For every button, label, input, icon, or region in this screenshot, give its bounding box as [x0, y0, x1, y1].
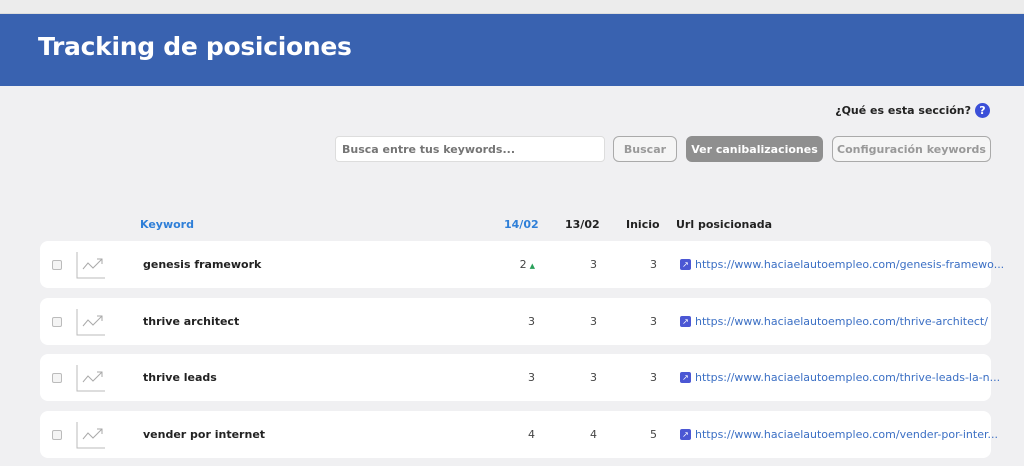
- page-title: Tracking de posiciones: [38, 32, 352, 61]
- external-link-icon: ↗: [680, 372, 691, 383]
- position-inicio: 3: [650, 258, 657, 271]
- page-header: Tracking de posiciones: [0, 14, 1024, 86]
- position-14-02: 3: [528, 371, 535, 384]
- search-button[interactable]: Buscar: [613, 136, 677, 162]
- keyword-text: genesis framework: [143, 258, 262, 271]
- row-checkbox[interactable]: [52, 260, 62, 270]
- keyword-config-button[interactable]: Configuración keywords: [832, 136, 991, 162]
- col-url: Url posicionada: [676, 218, 773, 231]
- position-14-02: 2 ▲: [519, 258, 535, 271]
- row-checkbox[interactable]: [52, 317, 62, 327]
- question-icon: ?: [975, 103, 990, 118]
- keyword-text: thrive architect: [143, 315, 240, 328]
- col-keyword[interactable]: Keyword: [140, 218, 194, 231]
- keyword-text: thrive leads: [143, 371, 217, 384]
- help-link[interactable]: ¿Qué es esta sección??: [835, 103, 990, 118]
- position-14-02: 3: [528, 315, 535, 328]
- chart-icon[interactable]: [76, 421, 106, 449]
- table-row: genesis framework 2 ▲ 3 3 ↗ https://www.ha…: [40, 241, 1004, 288]
- keyword-text: vender por internet: [143, 428, 266, 441]
- ranked-url-link[interactable]: ↗ https://www.haciaelautoempleo.com/thriv…: [680, 371, 1000, 384]
- position-13-02: 3: [590, 315, 597, 328]
- row-checkbox[interactable]: [52, 373, 62, 383]
- col-inicio[interactable]: Inicio: [626, 218, 660, 231]
- external-link-icon: ↗: [680, 259, 691, 270]
- chart-icon[interactable]: [76, 364, 106, 392]
- external-link-icon: ↗: [680, 316, 691, 327]
- position-14-02: 4: [528, 428, 535, 441]
- external-link-icon: ↗: [680, 429, 691, 440]
- position-13-02: 3: [590, 258, 597, 271]
- search-input[interactable]: [335, 136, 605, 162]
- ranked-url-link[interactable]: ↗ https://www.haciaelautoempleo.com/vende…: [680, 428, 998, 441]
- position-inicio: 3: [650, 371, 657, 384]
- view-cannibalizations-button[interactable]: Ver canibalizaciones: [686, 136, 823, 162]
- position-13-02: 4: [590, 428, 597, 441]
- col-date-2[interactable]: 13/02: [565, 218, 600, 231]
- ranked-url-link[interactable]: ↗ https://www.haciaelautoempleo.com/genes…: [680, 258, 1004, 271]
- col-date-1[interactable]: 14/02: [504, 218, 539, 231]
- chart-icon[interactable]: [76, 308, 106, 336]
- chart-icon[interactable]: [76, 251, 106, 279]
- trend-up-icon: ▲: [529, 262, 535, 270]
- ranked-url-link[interactable]: ↗ https://www.haciaelautoempleo.com/thriv…: [680, 315, 988, 328]
- position-13-02: 3: [590, 371, 597, 384]
- position-inicio: 5: [650, 428, 657, 441]
- table-row: vender por internet 4 4 5 ↗ https://www.h…: [40, 411, 998, 458]
- browser-top-strip: [0, 0, 1024, 14]
- help-label: ¿Qué es esta sección?: [835, 104, 971, 117]
- table-row: thrive architect 3 3 3 ↗ https://www.haci…: [40, 298, 991, 345]
- position-inicio: 3: [650, 315, 657, 328]
- table-row: thrive leads 3 3 3 ↗ https://www.haciaela…: [40, 354, 1000, 401]
- row-checkbox[interactable]: [52, 430, 62, 440]
